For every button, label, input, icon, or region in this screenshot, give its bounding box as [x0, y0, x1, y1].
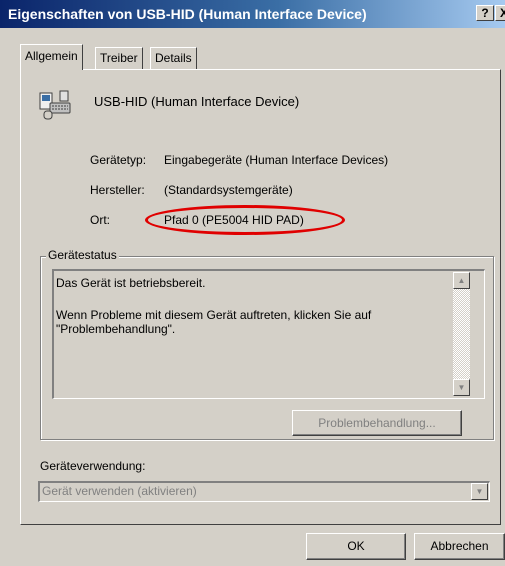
ok-button[interactable]: OK — [306, 533, 406, 560]
window-title: Eigenschaften von USB-HID (Human Interfa… — [8, 6, 367, 22]
title-bar[interactable]: Eigenschaften von USB-HID (Human Interfa… — [0, 0, 505, 28]
cancel-button[interactable]: Abbrechen — [414, 533, 505, 560]
tab-allgemein[interactable]: Allgemein — [20, 44, 83, 70]
tab-details[interactable]: Details — [150, 47, 197, 69]
tab-panel-general — [20, 69, 501, 525]
help-button[interactable]: ? — [476, 5, 494, 21]
tab-treiber[interactable]: Treiber — [95, 47, 143, 69]
close-button[interactable]: X — [495, 5, 505, 21]
